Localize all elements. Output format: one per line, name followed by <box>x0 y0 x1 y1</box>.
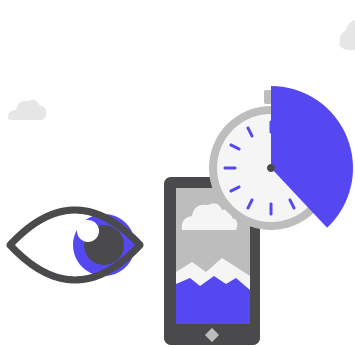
illustration-canvas <box>6 20 355 345</box>
cloud-icon <box>8 99 47 120</box>
eye-icon <box>6 206 144 284</box>
cloud-icon <box>339 20 355 51</box>
stopwatch-icon <box>209 86 353 230</box>
stopwatch-center <box>267 164 275 172</box>
